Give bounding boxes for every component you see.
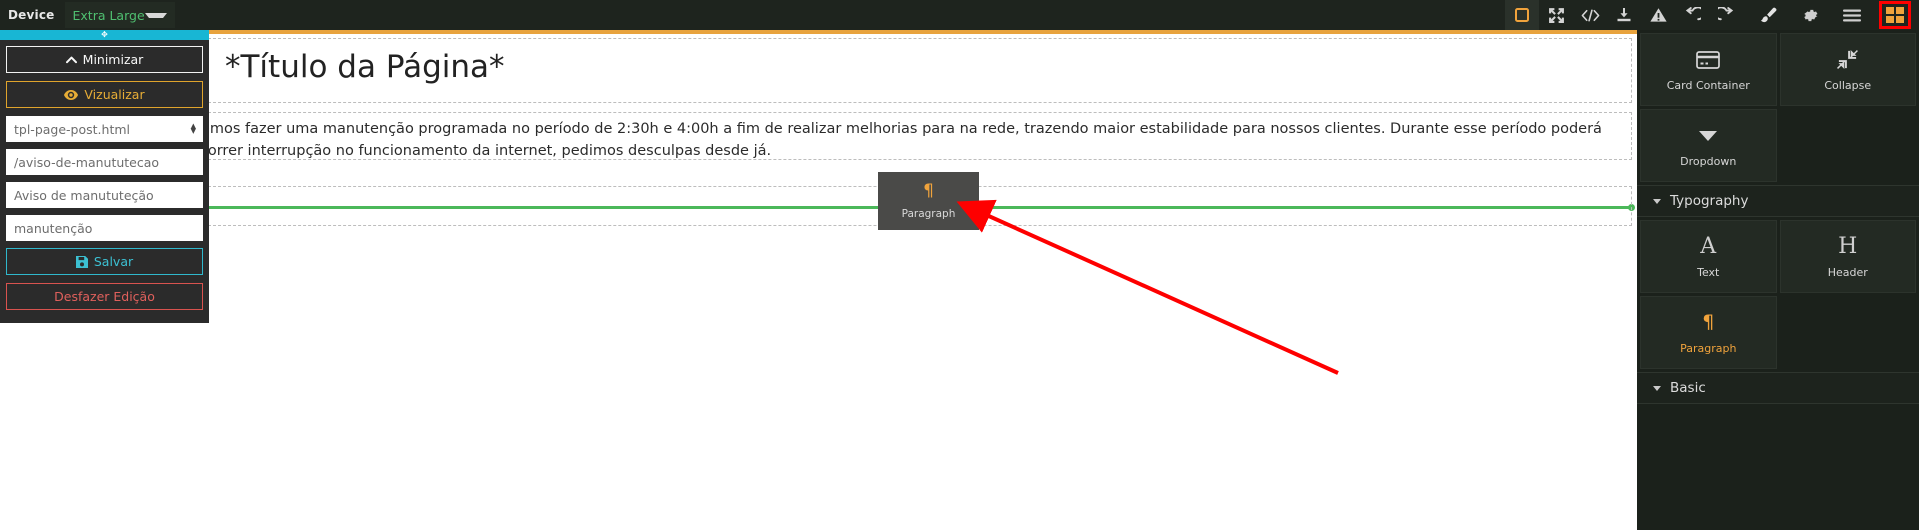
hamburger-menu-icon[interactable] — [1835, 0, 1869, 30]
page-settings-panel[interactable]: ✥ Minimizar Vizualizar tpl-page-post.htm… — [0, 30, 209, 323]
component-label: Dropdown — [1680, 154, 1737, 168]
component-paragraph[interactable]: ¶ Paragraph — [1640, 296, 1777, 369]
warning-triangle-icon[interactable] — [1641, 0, 1675, 30]
section-label: Typography — [1670, 193, 1749, 209]
letter-h-icon: H — [1838, 233, 1858, 259]
gear-icon[interactable] — [1793, 0, 1827, 30]
component-label: Collapse — [1824, 78, 1872, 92]
pilcrow-icon: ¶ — [1702, 311, 1715, 333]
code-icon[interactable] — [1573, 0, 1607, 30]
title-block[interactable]: *Título da Página* — [208, 38, 1632, 103]
device-label: Device — [8, 8, 55, 22]
device-size-value: Extra Large — [72, 7, 145, 23]
tags-value: manutenção — [14, 220, 93, 236]
slug-input[interactable]: /aviso-de-manututecao — [6, 149, 203, 175]
pilcrow-icon: ¶ — [923, 180, 934, 201]
download-icon[interactable] — [1607, 0, 1641, 30]
floppy-disk-icon — [75, 255, 88, 268]
components-sidebar[interactable]: Card Container Collapse Dropdown Typogra… — [1637, 30, 1919, 530]
component-dropdown[interactable]: Dropdown — [1640, 109, 1777, 182]
component-header[interactable]: H Header — [1779, 220, 1916, 293]
stepper-arrows-icon: ▲ ▼ — [190, 122, 196, 135]
preview-button[interactable]: Vizualizar — [6, 81, 203, 108]
paintbrush-icon[interactable] — [1751, 0, 1785, 30]
preview-label: Vizualizar — [84, 87, 145, 102]
grid-blocks-icon — [1886, 7, 1904, 23]
component-text[interactable]: A Text — [1640, 220, 1777, 293]
drag-ghost-paragraph[interactable]: ¶ Paragraph — [878, 172, 979, 230]
page-title[interactable]: *Título da Página* — [225, 49, 505, 85]
chevron-up-icon — [65, 56, 77, 64]
paragraph-text[interactable]: Iremos fazer uma manutenção programada n… — [191, 118, 1637, 163]
page-title-input[interactable]: Aviso de manututeção — [6, 182, 203, 208]
expand-arrows-icon[interactable] — [1539, 0, 1573, 30]
component-label: Header — [1827, 265, 1868, 279]
undo-icon[interactable] — [1675, 0, 1709, 30]
tags-input[interactable]: manutenção — [6, 215, 203, 241]
save-button[interactable]: Salvar — [6, 248, 203, 275]
section-basic[interactable]: Basic — [1637, 372, 1919, 404]
panel-drag-handle[interactable]: ✥ — [0, 30, 209, 40]
caret-down-icon — [1653, 385, 1661, 391]
letter-a-icon: A — [1700, 233, 1717, 259]
section-label: Basic — [1670, 380, 1706, 396]
panel-body: Minimizar Vizualizar tpl-page-post.html … — [0, 40, 209, 310]
page-title-value: Aviso de manututeção — [14, 187, 154, 203]
caret-down-icon — [1653, 198, 1661, 204]
device-size-select[interactable]: Extra Large — [64, 2, 175, 28]
typography-components-grid: A Text H Header ¶ Paragraph — [1637, 217, 1919, 372]
move-icon: ✥ — [101, 30, 108, 39]
page-canvas[interactable]: *Título da Página* Iremos fazer uma manu… — [0, 30, 1637, 530]
template-select[interactable]: tpl-page-post.html ▲ ▼ — [6, 116, 203, 142]
save-label: Salvar — [93, 254, 134, 269]
grid-filler — [1780, 109, 1917, 182]
discard-changes-button[interactable]: Desfazer Edição — [6, 283, 203, 310]
caret-down-icon — [1698, 124, 1718, 148]
canvas-top-accent-bar — [208, 30, 1637, 34]
component-card-container[interactable]: Card Container — [1640, 33, 1777, 106]
discard-label: Desfazer Edição — [54, 289, 155, 304]
credit-card-icon — [1696, 48, 1721, 72]
components-toggle-button[interactable] — [1879, 1, 1911, 29]
component-label: Text — [1697, 265, 1720, 279]
eye-icon — [64, 89, 79, 100]
section-typography[interactable]: Typography — [1637, 185, 1919, 217]
component-label: Paragraph — [1680, 341, 1737, 355]
layout-components-grid: Card Container Collapse Dropdown — [1637, 30, 1919, 185]
toolbar-actions — [1505, 0, 1919, 30]
compress-arrows-icon — [1837, 48, 1859, 72]
component-label: Card Container — [1666, 78, 1750, 92]
chevron-down-icon — [144, 12, 167, 18]
grid-filler — [1780, 296, 1917, 369]
paragraph-block[interactable]: Iremos fazer uma manutenção programada n… — [191, 112, 1632, 160]
redo-icon[interactable] — [1709, 0, 1743, 30]
template-value: tpl-page-post.html — [14, 121, 130, 137]
drag-ghost-label: Paragraph — [901, 207, 956, 220]
component-collapse[interactable]: Collapse — [1779, 33, 1916, 106]
minimize-button[interactable]: Minimizar — [6, 46, 203, 73]
square-outline-icon[interactable] — [1505, 0, 1539, 30]
slug-value: /aviso-de-manututecao — [14, 154, 160, 170]
top-toolbar: Device Extra Large — [0, 0, 1919, 30]
minimize-label: Minimizar — [82, 52, 144, 67]
